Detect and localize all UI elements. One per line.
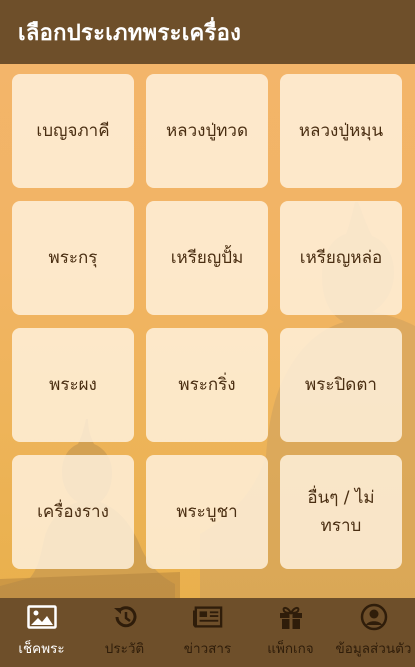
category-label: พระปิดตา <box>305 375 377 395</box>
category-luang-pu-mun-button[interactable]: หลวงปู่หมุน <box>280 74 402 188</box>
image-icon <box>26 604 57 630</box>
category-label: เหรียญหล่อ <box>299 248 383 268</box>
category-benjapakee-button[interactable]: เบญจภาคี <box>12 74 134 188</box>
tab-history[interactable]: ประวัติ <box>83 598 166 667</box>
category-phra-kring-button[interactable]: พระกริ่ง <box>146 328 268 442</box>
category-label: พระผง <box>49 375 97 395</box>
bottom-tab-bar: เช็คพระ ประวัติ ข่าวสาร แพ็กเกจ ข้อมูลส่… <box>0 598 415 667</box>
category-label: พระกริ่ง <box>178 375 236 395</box>
category-phra-pidta-button[interactable]: พระปิดตา <box>280 328 402 442</box>
category-other-unknown-button[interactable]: อื่นๆ / ไม่ทราบ <box>280 455 402 569</box>
category-label: หลวงปู่หมุน <box>298 121 384 141</box>
category-stamped-coin-button[interactable]: เหรียญปั้ม <box>146 201 268 315</box>
category-cast-coin-button[interactable]: เหรียญหล่อ <box>280 201 402 315</box>
user-icon <box>359 603 389 631</box>
tab-label: แพ็กเกจ <box>267 641 314 657</box>
tab-news[interactable]: ข่าวสาร <box>166 598 249 667</box>
category-label: อื่นๆ / ไม่ทราบ <box>307 488 375 536</box>
tab-label: ประวัติ <box>104 641 145 657</box>
newspaper-icon <box>192 604 223 630</box>
category-label: เหรียญปั้ม <box>170 248 244 268</box>
category-label: หลวงปู่ทวด <box>165 121 249 141</box>
category-label: พระกรุ <box>48 248 98 268</box>
tab-label: เช็คพระ <box>18 641 65 657</box>
tab-packages[interactable]: แพ็กเกจ <box>249 598 332 667</box>
category-label: พระบูชา <box>176 502 238 522</box>
category-luang-pu-thuat-button[interactable]: หลวงปู่ทวด <box>146 74 268 188</box>
gift-icon <box>276 604 306 630</box>
app-header: เลือกประเภทพระเครื่อง <box>0 0 415 64</box>
category-grid: เบญจภาคี หลวงปู่ทวด หลวงปู่หมุน พระกรุ เ… <box>12 74 402 569</box>
tab-label: ข่าวสาร <box>183 641 232 657</box>
tab-check-amulet[interactable]: เช็คพระ <box>0 598 83 667</box>
category-phra-phong-button[interactable]: พระผง <box>12 328 134 442</box>
tab-label: ข้อมูลส่วนตัว <box>335 641 412 657</box>
tab-profile[interactable]: ข้อมูลส่วนตัว <box>332 598 415 667</box>
category-phra-kru-button[interactable]: พระกรุ <box>12 201 134 315</box>
page-title: เลือกประเภทพระเครื่อง <box>18 20 242 46</box>
category-label: เบญจภาคี <box>36 121 110 141</box>
category-phra-bucha-button[interactable]: พระบูชา <box>146 455 268 569</box>
history-icon <box>110 604 140 630</box>
category-talisman-button[interactable]: เครื่องราง <box>12 455 134 569</box>
category-label: เครื่องราง <box>37 502 109 522</box>
